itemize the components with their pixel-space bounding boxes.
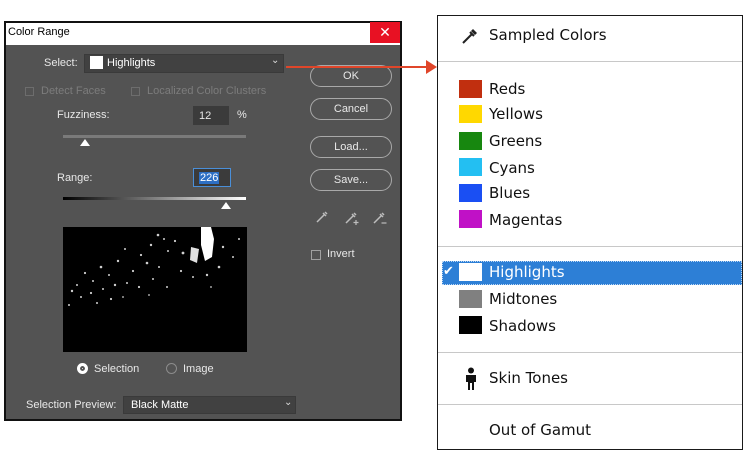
selection-radio[interactable]	[77, 363, 88, 374]
eyedropper-icon	[462, 29, 477, 44]
selection-preview-value: Black Matte	[131, 399, 189, 411]
menu-separator	[438, 246, 742, 247]
detect-faces-label: Detect Faces	[41, 85, 106, 97]
midtones-swatch	[459, 290, 482, 308]
menu-item-out-of-gamut[interactable]: Out of Gamut	[489, 421, 591, 439]
image-radio[interactable]	[166, 363, 177, 374]
selection-preview	[63, 227, 247, 352]
localized-clusters-label: Localized Color Clusters	[147, 85, 267, 97]
callout-arrowhead	[426, 60, 437, 74]
eyedropper-plus-icon[interactable]	[343, 209, 361, 227]
load-button[interactable]: Load...	[310, 136, 392, 158]
select-swatch	[90, 56, 103, 69]
menu-item-cyans[interactable]: Cyans	[489, 159, 535, 177]
invert-checkbox[interactable]	[311, 250, 321, 260]
person-icon	[466, 367, 476, 390]
cyans-swatch	[459, 158, 482, 176]
fuzziness-label: Fuzziness:	[57, 109, 110, 121]
chevron-down-icon: ⌄	[271, 55, 280, 66]
eyedropper-icon[interactable]	[314, 209, 330, 225]
menu-item-skin-tones[interactable]: Skin Tones	[489, 369, 568, 387]
cancel-button[interactable]: Cancel	[310, 98, 392, 120]
menu-item-highlights-selected[interactable]	[442, 261, 742, 285]
eyedropper-minus-icon[interactable]	[371, 209, 389, 227]
range-slider-track[interactable]	[63, 197, 246, 200]
range-field[interactable]: 226	[193, 168, 231, 187]
blues-swatch	[459, 184, 482, 202]
select-label: Select:	[44, 57, 78, 69]
fuzziness-unit: %	[237, 109, 247, 121]
reds-swatch	[459, 80, 482, 98]
menu-item-highlights[interactable]: Highlights	[489, 263, 565, 281]
chevron-down-icon: ⌄	[284, 397, 293, 408]
image-radio-label: Image	[183, 363, 214, 375]
select-value: Highlights	[107, 57, 156, 69]
range-slider-thumb[interactable]	[220, 202, 231, 209]
selection-preview-label: Selection Preview:	[26, 399, 117, 411]
invert-label: Invert	[327, 248, 355, 260]
menu-item-greens[interactable]: Greens	[489, 132, 542, 150]
preview-mask-image	[63, 227, 247, 352]
yellows-swatch	[459, 105, 482, 123]
dialog-title: Color Range	[8, 26, 70, 38]
highlights-swatch	[459, 263, 482, 281]
range-label: Range:	[57, 172, 93, 184]
menu-separator	[438, 352, 742, 353]
menu-item-blues[interactable]: Blues	[489, 184, 530, 202]
menu-separator	[438, 61, 742, 62]
localized-clusters-checkbox[interactable]	[131, 87, 140, 96]
selection-radio-label: Selection	[94, 363, 140, 375]
menu-item-yellows[interactable]: Yellows	[489, 105, 543, 123]
fuzziness-slider-track[interactable]	[63, 135, 246, 138]
shadows-swatch	[459, 316, 482, 334]
fuzziness-field[interactable]: 12	[193, 106, 229, 125]
select-menu	[437, 15, 743, 450]
menu-item-magentas[interactable]: Magentas	[489, 211, 562, 229]
ok-button[interactable]: OK	[310, 65, 392, 87]
range-value: 226	[199, 172, 220, 184]
detect-faces-checkbox[interactable]	[25, 87, 34, 96]
menu-item-shadows[interactable]: Shadows	[489, 317, 556, 335]
menu-item-sampled-colors[interactable]: Sampled Colors	[489, 26, 607, 44]
greens-swatch	[459, 132, 482, 150]
checkmark-icon: ✔	[443, 263, 454, 278]
menu-item-midtones[interactable]: Midtones	[489, 290, 557, 308]
close-button[interactable]: ✕	[370, 22, 400, 43]
menu-separator	[438, 404, 742, 405]
callout-arrow-line	[286, 66, 428, 68]
menu-item-reds[interactable]: Reds	[489, 80, 525, 98]
save-button[interactable]: Save...	[310, 169, 392, 191]
magentas-swatch	[459, 210, 482, 228]
fuzziness-slider-thumb[interactable]	[79, 139, 90, 146]
